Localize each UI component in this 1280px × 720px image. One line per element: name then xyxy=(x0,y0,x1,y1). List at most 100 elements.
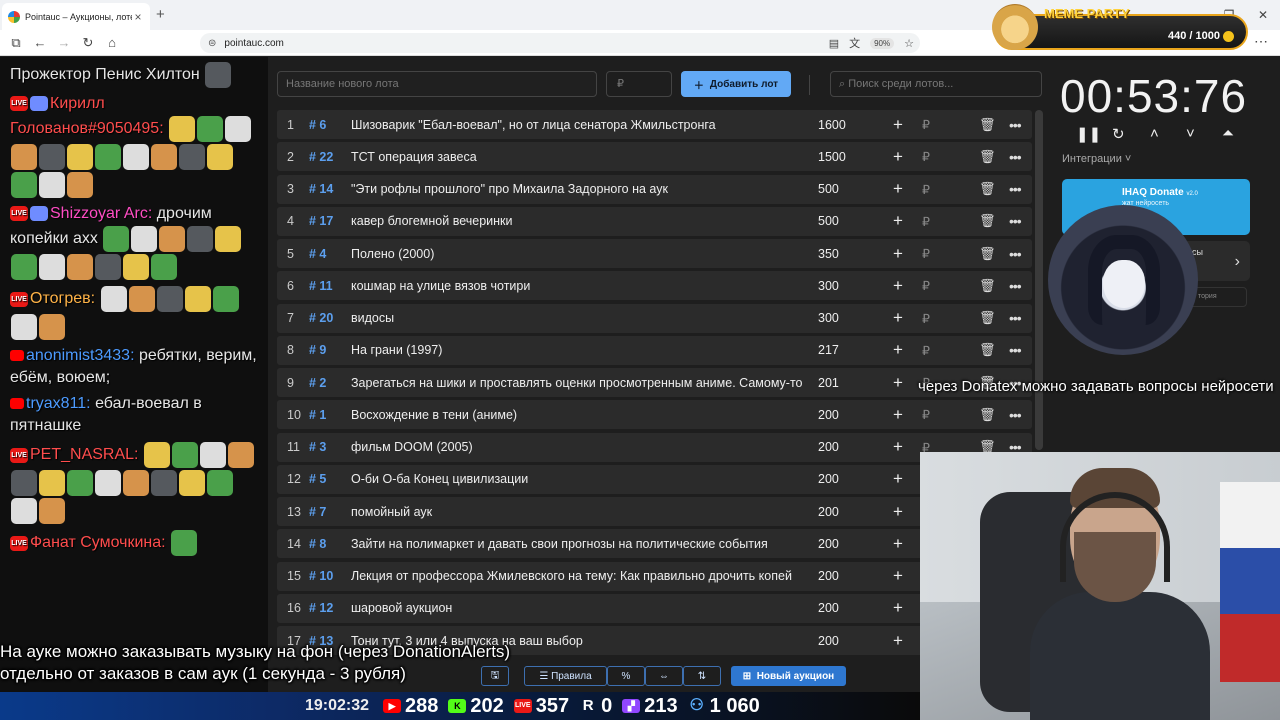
rules-button[interactable]: ☰ Правила xyxy=(524,666,607,686)
more-options-icon[interactable]: ••• xyxy=(1009,213,1022,229)
favorite-star-icon[interactable]: ☆ xyxy=(904,37,914,50)
add-amount-icon[interactable]: + xyxy=(893,373,903,393)
zoom-level[interactable]: 90% xyxy=(870,37,895,49)
delete-icon[interactable]: 🗑 xyxy=(979,246,996,262)
lot-row[interactable]: 1 # 6 Шизоварик "Ебал-воевал", но от лица … xyxy=(277,110,1032,139)
chat-username[interactable]: Отогрев: xyxy=(30,290,95,307)
lot-row[interactable]: 13# 7помойный аук200+₽🗑••• xyxy=(277,497,1032,526)
split-icon[interactable]: ⇔ xyxy=(645,666,683,686)
sidebar-icon[interactable]: ⧉ xyxy=(6,33,26,53)
lot-row[interactable]: 7 # 20 видосы 300 + ₽ 🗑 ••• xyxy=(277,303,1032,333)
new-auction-button[interactable]: ⊞ Новый аукцион xyxy=(731,666,846,686)
add-amount-icon[interactable]: + xyxy=(893,437,903,457)
lot-name[interactable]: Зарегаться на шики и проставлять оценки … xyxy=(351,376,803,390)
add-amount-icon[interactable]: + xyxy=(893,631,903,651)
home-icon[interactable]: ⌂ xyxy=(102,33,122,53)
more-options-icon[interactable]: ••• xyxy=(1009,342,1022,358)
lot-row[interactable]: 10 # 1 Восхождение в тени (аниме) 200 + ₽ 🗑 ••• xyxy=(277,400,1032,430)
lot-amount[interactable]: 1500 xyxy=(818,150,846,164)
lot-name[interactable]: Зайти на полимаркет и давать свои прогно… xyxy=(351,537,803,551)
pause-icon[interactable]: ❚❚ xyxy=(1076,125,1101,143)
ruble-icon[interactable]: ₽ xyxy=(922,182,930,197)
delete-icon[interactable]: 🗑 xyxy=(979,117,996,133)
ruble-icon[interactable]: ₽ xyxy=(922,149,930,164)
delete-icon[interactable]: 🗑 xyxy=(979,181,996,197)
lot-row[interactable]: 4 # 17 кавер блогемной вечеринки 500 + ₽ 🗑 ••• xyxy=(277,206,1032,236)
close-window-icon[interactable]: ✕ xyxy=(1246,0,1280,30)
more-options-icon[interactable]: ••• xyxy=(1009,149,1022,165)
add-amount-icon[interactable]: + xyxy=(893,211,903,231)
add-amount-icon[interactable]: + xyxy=(893,179,903,199)
delete-icon[interactable]: 🗑 xyxy=(979,342,996,358)
lot-amount-input[interactable]: ₽ xyxy=(606,71,672,97)
lot-name[interactable]: помойный аук xyxy=(351,505,803,519)
delete-icon[interactable]: 🗑 xyxy=(979,278,996,294)
lot-row[interactable]: 6 # 11 кошмар на улице вязов чотири 300 + ₽ 🗑 •… xyxy=(277,271,1032,301)
add-amount-icon[interactable]: + xyxy=(893,147,903,167)
new-tab-icon[interactable]: + xyxy=(156,6,165,23)
lot-row[interactable]: 14 # 8 Зайти на полимаркет и давать свои п… xyxy=(277,529,1032,559)
delete-icon[interactable]: 🗑 xyxy=(979,407,996,423)
delete-icon[interactable]: 🗑 xyxy=(979,310,996,326)
url-field[interactable]: ⊜ pointauc.com ▤ 文 90% ☆ xyxy=(200,33,920,53)
lot-name[interactable]: Полено (2000) xyxy=(351,247,803,261)
ruble-icon[interactable]: ₽ xyxy=(922,278,930,293)
lot-row[interactable]: 16# 12шаровой аукцион200+₽🗑••• xyxy=(277,593,1032,623)
lot-amount[interactable]: 300 xyxy=(818,279,839,293)
add-amount-icon[interactable]: + xyxy=(893,534,903,554)
add-amount-icon[interactable]: + xyxy=(893,469,903,489)
lot-amount[interactable]: 1600 xyxy=(818,118,846,132)
browser-tab[interactable]: Pointauc – Аукционы, лотереи × xyxy=(2,3,150,30)
forward-icon[interactable]: → xyxy=(54,33,74,53)
chat-username[interactable]: anonimist3433: xyxy=(26,347,135,364)
lot-name[interactable]: О-би О-ба Конец цивилизации xyxy=(351,472,803,486)
add-amount-icon[interactable]: + xyxy=(893,405,903,425)
lot-name[interactable]: фильм DOOM (2005) xyxy=(351,440,803,454)
lot-amount[interactable]: 200 xyxy=(818,505,839,519)
ruble-icon[interactable]: ₽ xyxy=(922,117,930,132)
lot-name[interactable]: видосы xyxy=(351,311,803,325)
ruble-icon[interactable]: ₽ xyxy=(922,343,930,358)
time-up-icon[interactable]: ˄ xyxy=(1150,125,1159,142)
browser-menu-icon[interactable]: ⋯ xyxy=(1254,33,1268,50)
lot-row[interactable]: 3 # 14 "Эти рофлы прошлого" про Михаила За… xyxy=(277,174,1032,204)
more-options-icon[interactable]: ••• xyxy=(1009,278,1022,294)
lot-amount[interactable]: 200 xyxy=(818,569,839,583)
reload-icon[interactable]: ↻ xyxy=(78,33,98,53)
ruble-icon[interactable]: ₽ xyxy=(922,214,930,229)
lot-name[interactable]: "Эти рофлы прошлого" про Михаила Задорно… xyxy=(351,182,803,196)
lot-name[interactable]: Шизоварик "Ебал-воевал", но от лица сена… xyxy=(351,118,803,132)
ruble-icon[interactable]: ₽ xyxy=(922,246,930,261)
lot-amount[interactable]: 200 xyxy=(818,634,839,648)
lot-row[interactable]: 11 # 3 фильм DOOM (2005) 200 + ₽ 🗑 ••• xyxy=(277,432,1032,462)
lot-name[interactable]: кошмар на улице вязов чотири xyxy=(351,279,803,293)
lot-name[interactable]: На грани (1997) xyxy=(351,343,803,357)
lot-amount[interactable]: 200 xyxy=(818,472,839,486)
lot-amount[interactable]: 201 xyxy=(818,376,839,390)
more-options-icon[interactable]: ••• xyxy=(1009,407,1022,423)
sort-icon[interactable]: ⇅ xyxy=(683,666,721,686)
add-amount-icon[interactable]: + xyxy=(893,276,903,296)
lot-amount[interactable]: 300 xyxy=(818,311,839,325)
translate-icon[interactable]: 文 xyxy=(849,35,860,51)
add-amount-icon[interactable]: + xyxy=(893,340,903,360)
more-options-icon[interactable]: ••• xyxy=(1009,310,1022,326)
more-options-icon[interactable]: ••• xyxy=(1009,181,1022,197)
site-info-icon[interactable]: ⊜ xyxy=(208,38,216,49)
lot-search-input[interactable]: ⌕ Поиск среди лотов... xyxy=(830,71,1042,97)
lot-row[interactable]: 5 # 4 Полено (2000) 350 + ₽ 🗑 ••• xyxy=(277,239,1032,268)
lot-amount[interactable]: 200 xyxy=(818,601,839,615)
lot-amount[interactable]: 500 xyxy=(818,182,839,196)
back-icon[interactable]: ← xyxy=(30,33,50,53)
chat-username[interactable]: PET_NASRAL: xyxy=(30,446,138,463)
lot-amount[interactable]: 200 xyxy=(818,440,839,454)
more-options-icon[interactable]: ••• xyxy=(1009,246,1022,262)
add-lot-button[interactable]: ＋ Добавить лот xyxy=(681,71,791,97)
time-down-icon[interactable]: ˅ xyxy=(1186,125,1195,142)
lot-list-scrollbar[interactable] xyxy=(1035,110,1043,450)
lot-name[interactable]: шаровой аукцион xyxy=(351,601,803,615)
ruble-icon[interactable]: ₽ xyxy=(922,407,930,422)
chat-username[interactable]: Фанат Сумочкина: xyxy=(30,534,166,551)
lot-amount[interactable]: 217 xyxy=(818,343,839,357)
add-amount-icon[interactable]: + xyxy=(893,566,903,586)
